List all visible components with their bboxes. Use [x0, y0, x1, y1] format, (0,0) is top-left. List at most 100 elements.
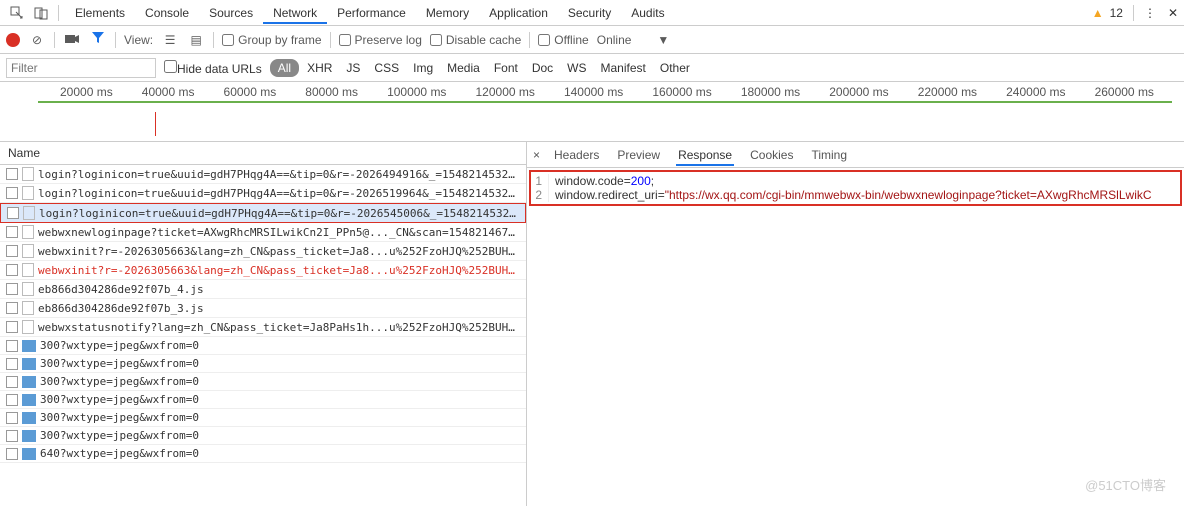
request-row[interactable]: 300?wxtype=jpeg&wxfrom=0: [0, 391, 526, 409]
request-name: webwxnewloginpage?ticket=AXwgRhcMRSILwik…: [38, 226, 520, 239]
timeline-overview[interactable]: 20000 ms40000 ms60000 ms80000 ms100000 m…: [0, 82, 1184, 142]
disable-cache-checkbox[interactable]: Disable cache: [430, 33, 521, 47]
preserve-log-checkbox[interactable]: Preserve log: [339, 33, 422, 47]
image-icon: [22, 448, 36, 460]
request-row[interactable]: 300?wxtype=jpeg&wxfrom=0: [0, 337, 526, 355]
response-body[interactable]: 1window.code=200; 2window.redirect_uri="…: [529, 170, 1182, 206]
timeline-tick: 60000 ms: [224, 85, 277, 99]
resp-tab-timing[interactable]: Timing: [809, 144, 849, 166]
document-icon: [22, 301, 34, 315]
request-row[interactable]: webwxinit?r=-2026305663&lang=zh_CN&pass_…: [0, 242, 526, 261]
timeline-tick: 20000 ms: [60, 85, 113, 99]
image-icon: [22, 394, 36, 406]
column-header-name[interactable]: Name: [0, 142, 526, 165]
request-name: 300?wxtype=jpeg&wxfrom=0: [40, 375, 520, 388]
resp-tab-headers[interactable]: Headers: [552, 144, 601, 166]
request-row[interactable]: webwxnewloginpage?ticket=AXwgRhcMRSILwik…: [0, 223, 526, 242]
timeline-tick: 140000 ms: [564, 85, 623, 99]
group-by-frame-checkbox[interactable]: Group by frame: [222, 33, 321, 47]
request-row[interactable]: login?loginicon=true&uuid=gdH7PHqg4A==&t…: [0, 184, 526, 203]
request-name: login?loginicon=true&uuid=gdH7PHqg4A==&t…: [39, 207, 519, 220]
request-name: 300?wxtype=jpeg&wxfrom=0: [40, 357, 520, 370]
filter-bar: Hide data URLs AllXHRJSCSSImgMediaFontDo…: [0, 54, 1184, 82]
kebab-icon[interactable]: ⋮: [1144, 6, 1156, 20]
resp-tab-preview[interactable]: Preview: [615, 144, 662, 166]
request-row[interactable]: 300?wxtype=jpeg&wxfrom=0: [0, 427, 526, 445]
offline-checkbox[interactable]: Offline: [538, 33, 588, 47]
tab-elements[interactable]: Elements: [65, 2, 135, 24]
image-icon: [22, 358, 36, 370]
tab-sources[interactable]: Sources: [199, 2, 263, 24]
response-pane: × Headers Preview Response Cookies Timing 1w…: [527, 142, 1184, 506]
watermark: @51CTO博客: [1085, 475, 1166, 494]
request-row[interactable]: 300?wxtype=jpeg&wxfrom=0: [0, 355, 526, 373]
request-row[interactable]: login?loginicon=true&uuid=gdH7PHqg4A==&t…: [0, 203, 526, 223]
tab-application[interactable]: Application: [479, 2, 558, 24]
large-view-icon[interactable]: ▤: [187, 33, 205, 47]
filter-cat-doc[interactable]: Doc: [526, 59, 559, 77]
request-row[interactable]: 300?wxtype=jpeg&wxfrom=0: [0, 409, 526, 427]
tab-network[interactable]: Network: [263, 2, 327, 24]
request-row[interactable]: 640?wxtype=jpeg&wxfrom=0: [0, 445, 526, 463]
filter-input[interactable]: [6, 58, 156, 78]
list-view-icon[interactable]: ☰: [161, 33, 179, 47]
tab-audits[interactable]: Audits: [621, 2, 674, 24]
request-name: eb866d304286de92f07b_3.js: [38, 302, 520, 315]
hide-data-urls-checkbox[interactable]: Hide data URLs: [164, 60, 262, 76]
request-row[interactable]: eb866d304286de92f07b_3.js: [0, 299, 526, 318]
resp-tab-cookies[interactable]: Cookies: [748, 144, 795, 166]
tab-performance[interactable]: Performance: [327, 2, 416, 24]
image-icon: [22, 412, 36, 424]
filter-cat-css[interactable]: CSS: [368, 59, 405, 77]
request-name: webwxstatusnotify?lang=zh_CN&pass_ticket…: [38, 321, 520, 334]
document-icon: [22, 186, 34, 200]
tab-console[interactable]: Console: [135, 2, 199, 24]
filter-icon[interactable]: [89, 32, 107, 47]
inspect-icon[interactable]: [6, 2, 28, 24]
timeline-tick: 160000 ms: [652, 85, 711, 99]
request-row[interactable]: login?loginicon=true&uuid=gdH7PHqg4A==&t…: [0, 165, 526, 184]
close-icon[interactable]: ✕: [1168, 6, 1178, 20]
request-name: 300?wxtype=jpeg&wxfrom=0: [40, 411, 520, 424]
filter-cat-img[interactable]: Img: [407, 59, 439, 77]
record-button[interactable]: [6, 33, 20, 47]
request-name: 300?wxtype=jpeg&wxfrom=0: [40, 429, 520, 442]
resp-tab-response[interactable]: Response: [676, 144, 734, 166]
request-name: 300?wxtype=jpeg&wxfrom=0: [40, 393, 520, 406]
camera-icon[interactable]: [63, 33, 81, 47]
tab-memory[interactable]: Memory: [416, 2, 479, 24]
request-name: login?loginicon=true&uuid=gdH7PHqg4A==&t…: [38, 187, 520, 200]
document-icon: [23, 206, 35, 220]
filter-cat-manifest[interactable]: Manifest: [595, 59, 652, 77]
image-icon: [22, 340, 36, 352]
timeline-tick: 40000 ms: [142, 85, 195, 99]
request-name: login?loginicon=true&uuid=gdH7PHqg4A==&t…: [38, 168, 520, 181]
filter-cat-media[interactable]: Media: [441, 59, 486, 77]
filter-cat-other[interactable]: Other: [654, 59, 696, 77]
close-detail-icon[interactable]: ×: [533, 148, 540, 162]
document-icon: [22, 320, 34, 334]
request-row[interactable]: eb866d304286de92f07b_4.js: [0, 280, 526, 299]
request-row[interactable]: 300?wxtype=jpeg&wxfrom=0: [0, 373, 526, 391]
timeline-tick: 120000 ms: [476, 85, 535, 99]
document-icon: [22, 244, 34, 258]
request-row[interactable]: webwxstatusnotify?lang=zh_CN&pass_ticket…: [0, 318, 526, 337]
device-icon[interactable]: [30, 2, 52, 24]
filter-cat-js[interactable]: JS: [340, 59, 366, 77]
request-row[interactable]: webwxinit?r=-2026305663&lang=zh_CN&pass_…: [0, 261, 526, 280]
filter-cat-font[interactable]: Font: [488, 59, 524, 77]
timeline-tick: 200000 ms: [829, 85, 888, 99]
request-name: 300?wxtype=jpeg&wxfrom=0: [40, 339, 520, 352]
online-label: Online: [597, 33, 632, 47]
tab-security[interactable]: Security: [558, 2, 621, 24]
image-icon: [22, 430, 36, 442]
warnings-icon[interactable]: ▲: [1092, 6, 1104, 20]
request-name: 640?wxtype=jpeg&wxfrom=0: [40, 447, 520, 460]
filter-cat-xhr[interactable]: XHR: [301, 59, 338, 77]
timeline-tick: 180000 ms: [741, 85, 800, 99]
view-label: View:: [124, 33, 153, 47]
clear-icon[interactable]: ⊘: [28, 33, 46, 47]
throttling-dropdown-icon[interactable]: ▼: [657, 33, 669, 47]
filter-cat-all[interactable]: All: [270, 59, 299, 77]
filter-cat-ws[interactable]: WS: [561, 59, 592, 77]
